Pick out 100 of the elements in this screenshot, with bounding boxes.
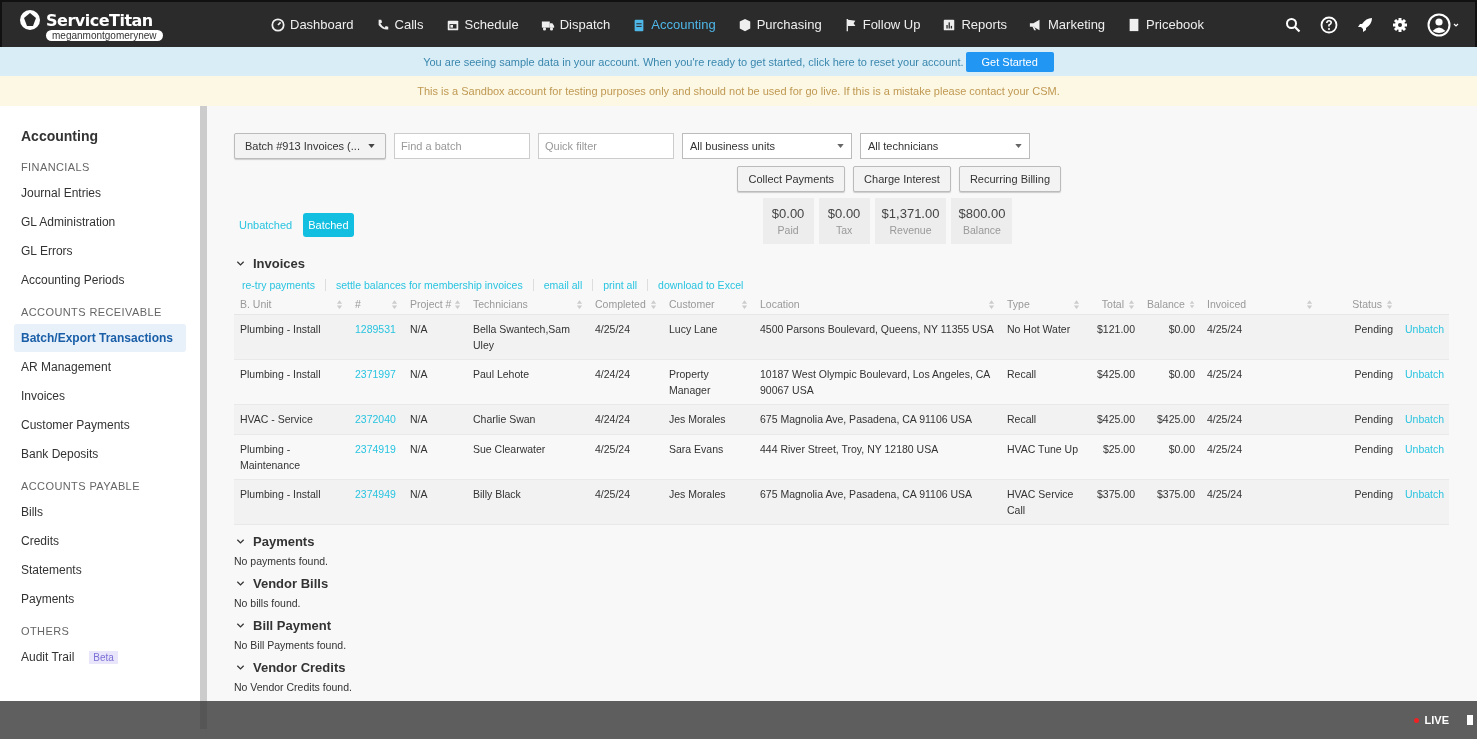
column-header[interactable]: Location — [760, 298, 800, 310]
help-icon[interactable] — [1320, 15, 1338, 34]
technicians-dropdown[interactable]: All technicians — [860, 133, 1030, 159]
beta-badge: Beta — [89, 650, 118, 664]
nav-tab[interactable]: Reports — [942, 17, 1007, 32]
sidebar-item[interactable]: GL Errors — [14, 237, 80, 265]
table-cell: 675 Magnolia Ave, Pasadena, CA 91106 USA — [760, 413, 973, 425]
table-cell: Recall — [1007, 413, 1037, 425]
nav-tab[interactable]: Dashboard — [271, 17, 354, 32]
sidebar-item[interactable]: Audit Trail — [14, 643, 82, 671]
sidebar-item[interactable]: Batch/Export Transactions — [14, 324, 186, 352]
column-header[interactable]: Customer — [669, 298, 715, 310]
table-cell: 4/24/24 — [595, 413, 631, 425]
column-header[interactable]: Invoiced — [1207, 298, 1247, 310]
chevron-icon[interactable] — [236, 663, 245, 672]
table-cell: N/A — [410, 443, 428, 455]
action-button[interactable]: Collect Payments — [737, 166, 846, 192]
sort-icon[interactable] — [1128, 298, 1135, 310]
table-cell: 4/25/24 — [1207, 443, 1243, 455]
table-cell: 4500 Parsons Boulevard, Queens, NY 11355 USA — [760, 323, 994, 335]
chevron-icon[interactable] — [236, 259, 245, 268]
sort-icon[interactable] — [741, 298, 748, 310]
caret-icon — [837, 144, 844, 148]
nav-tab[interactable]: Follow Up — [843, 17, 921, 32]
table-cell: 675 Magnolia Ave, Pasadena, CA 91106 USA — [760, 488, 973, 500]
chevron-icon[interactable] — [236, 579, 245, 588]
chevron-icon[interactable] — [236, 537, 245, 546]
sidebar-title: Accounting — [20, 128, 99, 144]
sidebar-item[interactable]: Payments — [14, 585, 82, 613]
table-cell: Pending — [1354, 413, 1393, 425]
column-header[interactable]: Project # — [410, 298, 452, 310]
table-cell: $0.00 — [1168, 368, 1195, 380]
table-cell: No Hot Water — [1007, 323, 1071, 335]
live-dot-icon — [1413, 717, 1419, 723]
total-label: Balance — [962, 224, 1001, 236]
nav-tab[interactable]: Accounting — [632, 17, 716, 32]
sidebar-item[interactable]: AR Management — [14, 353, 119, 381]
column-header[interactable]: Type — [1007, 298, 1030, 310]
sort-icon[interactable] — [1188, 298, 1195, 310]
nav-tab[interactable]: Dispatch — [540, 17, 611, 32]
sort-icon[interactable] — [1073, 298, 1080, 310]
table-cell: 10187 West Olympic Boulevard, Los Angeles, CA 90067 USA — [760, 368, 990, 396]
sidebar-item[interactable]: Credits — [14, 527, 66, 555]
get-started-button[interactable]: Get Started — [965, 51, 1054, 72]
sidebar-heading: FINANCIALS — [20, 161, 91, 173]
bar-chart-icon — [942, 17, 957, 32]
table-cell: Billy Black — [473, 488, 521, 500]
table-cell: Pending — [1354, 443, 1393, 455]
table-cell: 4/25/24 — [1207, 413, 1243, 425]
table-cell: $375.00 — [1097, 488, 1135, 500]
table-cell: Charlie Swan — [473, 413, 536, 425]
section-title: Payments — [253, 534, 315, 549]
sort-icon[interactable] — [454, 298, 461, 310]
sidebar-item[interactable]: Journal Entries — [14, 179, 109, 207]
sidebar-item[interactable]: Invoices — [14, 382, 73, 410]
settings-icon[interactable] — [1392, 16, 1408, 33]
sort-icon[interactable] — [1306, 298, 1313, 310]
table-cell: HVAC - Service — [240, 413, 313, 425]
table-cell: Pending — [1354, 488, 1393, 500]
user-avatar-icon[interactable] — [1427, 12, 1461, 37]
nav-tab[interactable]: Purchasing — [737, 17, 822, 32]
sidebar-item[interactable]: Statements — [14, 556, 89, 584]
sidebar-item[interactable]: Bills — [14, 498, 50, 526]
player-control-icon[interactable] — [1467, 715, 1473, 725]
total-label: Revenue — [889, 224, 932, 236]
table-cell: $425.00 — [1157, 413, 1195, 425]
batch-dropdown[interactable]: Batch #913 Invoices (... — [234, 133, 386, 159]
business-units-dropdown[interactable]: All business units — [682, 133, 852, 159]
action-button[interactable]: Charge Interest — [853, 166, 951, 192]
sort-icon[interactable] — [1386, 298, 1393, 310]
sort-icon[interactable] — [650, 298, 657, 310]
total-value: $0.00 — [827, 206, 861, 221]
nav-tab[interactable]: Pricebook — [1127, 17, 1204, 32]
sort-icon[interactable] — [391, 298, 398, 310]
search-icon[interactable] — [1285, 16, 1301, 33]
nav-tab[interactable]: Calls — [375, 17, 424, 32]
sort-icon[interactable] — [336, 298, 343, 310]
table-cell: Plumbing - Install — [240, 323, 321, 335]
total-value: $800.00 — [958, 206, 1006, 221]
table-cell: HVAC Tune Up — [1007, 443, 1078, 455]
chevron-icon[interactable] — [236, 621, 245, 630]
caret-icon — [1015, 144, 1022, 148]
nav-tab[interactable]: Schedule — [445, 17, 519, 32]
sidebar-item[interactable]: GL Administration — [14, 208, 123, 236]
table-cell: HVAC Service Call — [1007, 488, 1074, 516]
sidebar-item[interactable]: Bank Deposits — [14, 440, 106, 468]
column-header[interactable]: Total — [1101, 298, 1124, 310]
sidebar-item[interactable]: Customer Payments — [14, 411, 137, 439]
column-header[interactable]: # — [355, 298, 361, 310]
table-cell: N/A — [410, 488, 428, 500]
quick-filter-field[interactable]: Quick filter — [538, 133, 674, 159]
action-button[interactable]: Recurring Billing — [958, 166, 1061, 192]
rocket-icon[interactable] — [1357, 16, 1373, 33]
sidebar-item[interactable]: Accounting Periods — [14, 266, 132, 294]
table-cell: 4/25/24 — [595, 488, 631, 500]
nav-tab[interactable]: Marketing — [1029, 17, 1106, 32]
sort-icon[interactable] — [576, 298, 583, 310]
find-batch-field[interactable]: Find a batch — [394, 133, 530, 159]
table-cell: Plumbing - Maintenance — [240, 443, 301, 471]
sort-icon[interactable] — [988, 298, 995, 310]
